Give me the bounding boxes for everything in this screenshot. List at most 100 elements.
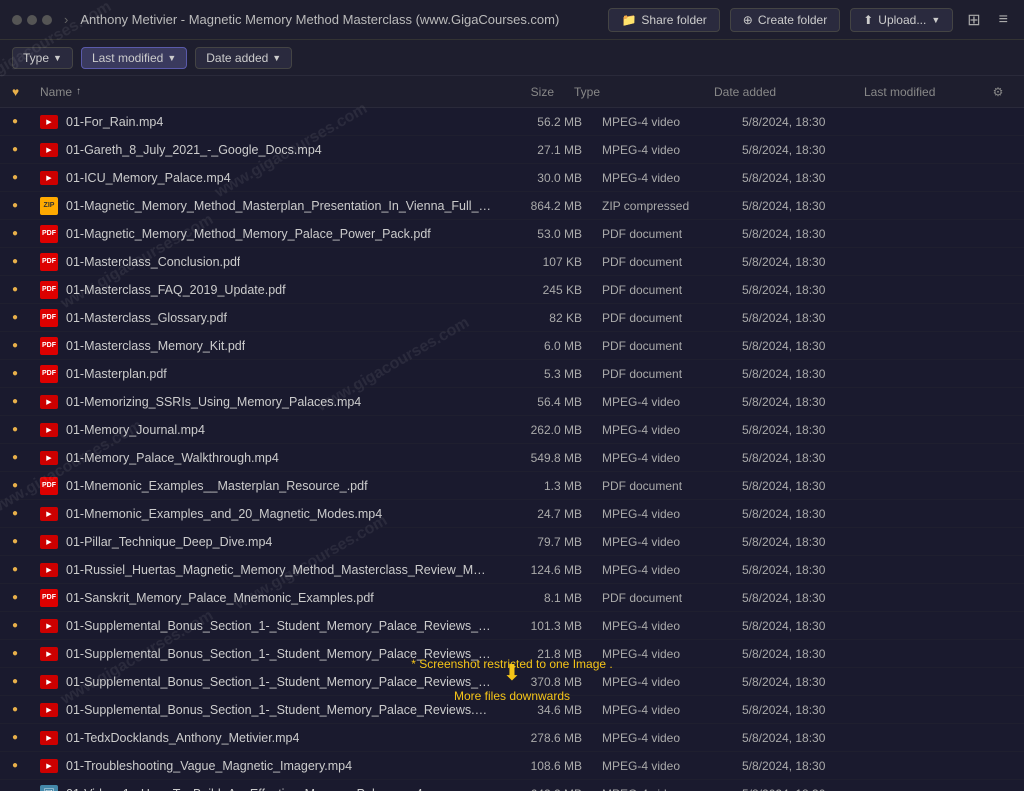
file-name-cell: 01-Supplemental_Bonus_Section_1-_Student… <box>40 647 492 661</box>
file-date-added: 5/8/2024, 18:30 <box>742 423 892 437</box>
file-name-cell: 01-Supplemental_Bonus_Section_1-_Student… <box>40 675 492 689</box>
table-row[interactable]: ● 01-Supplemental_Bonus_Section_1-_Stude… <box>0 640 1024 668</box>
file-type: MPEG-4 video <box>602 787 742 791</box>
file-name: 01-ICU_Memory_Palace.mp4 <box>66 171 231 185</box>
video-file-icon <box>40 171 58 185</box>
top-bar-actions: 📁 Share folder ⊕ Create folder ⬆ Upload.… <box>608 6 1012 34</box>
type-filter-button[interactable]: Type ▼ <box>12 47 73 69</box>
favorite-indicator: ● <box>12 200 40 211</box>
table-row[interactable]: ● 01-Russiel_Huertas_Magnetic_Memory_Met… <box>0 556 1024 584</box>
table-row[interactable]: ● 01-Gareth_8_July_2021_-_Google_Docs.mp… <box>0 136 1024 164</box>
file-name-cell: PDF 01-Masterclass_Glossary.pdf <box>40 309 492 327</box>
file-date-added: 5/8/2024, 18:30 <box>742 395 892 409</box>
video-file-icon <box>40 115 58 129</box>
table-row[interactable]: ● PDF 01-Masterclass_FAQ_2019_Update.pdf… <box>0 276 1024 304</box>
file-type: MPEG-4 video <box>602 563 742 577</box>
dot-3 <box>42 15 52 25</box>
file-name-cell: 01-Supplemental_Bonus_Section_1-_Student… <box>40 703 492 717</box>
favorite-indicator: ● <box>12 620 40 631</box>
table-row[interactable]: ● PDF 01-Masterplan.pdf 5.3 MB PDF docum… <box>0 360 1024 388</box>
view-icon-grid[interactable]: ⊞ <box>963 6 984 34</box>
table-row[interactable]: ● 01-Mnemonic_Examples_and_20_Magnetic_M… <box>0 500 1024 528</box>
file-date-added: 5/8/2024, 18:30 <box>742 227 892 241</box>
video-file-icon <box>40 143 58 157</box>
file-size: 79.7 MB <box>492 535 602 549</box>
file-date-added: 5/8/2024, 18:30 <box>742 115 892 129</box>
table-row[interactable]: ● 🖼 01-Video_1-_How_To_Build_An_Effectiv… <box>0 780 1024 791</box>
file-name-cell: 01-Troubleshooting_Vague_Magnetic_Imager… <box>40 759 492 773</box>
table-row[interactable]: ● PDF 01-Magnetic_Memory_Method_Memory_P… <box>0 220 1024 248</box>
file-type: MPEG-4 video <box>602 619 742 633</box>
table-row[interactable]: ● 01-Memory_Palace_Walkthrough.mp4 549.8… <box>0 444 1024 472</box>
file-size: 549.8 MB <box>492 451 602 465</box>
favorite-indicator: ● <box>12 368 40 379</box>
table-row[interactable]: ● PDF 01-Mnemonic_Examples__Masterplan_R… <box>0 472 1024 500</box>
table-row[interactable]: ● 01-Troubleshooting_Vague_Magnetic_Imag… <box>0 752 1024 780</box>
file-name: 01-Pillar_Technique_Deep_Dive.mp4 <box>66 535 272 549</box>
file-name-cell: PDF 01-Masterplan.pdf <box>40 365 492 383</box>
file-size: 124.6 MB <box>492 563 602 577</box>
file-name-cell: 01-Pillar_Technique_Deep_Dive.mp4 <box>40 535 492 549</box>
table-row[interactable]: ● PDF 01-Sanskrit_Memory_Palace_Mnemonic… <box>0 584 1024 612</box>
video-file-icon <box>40 619 58 633</box>
table-row[interactable]: ● 01-Supplemental_Bonus_Section_1-_Stude… <box>0 612 1024 640</box>
date-added-filter-button[interactable]: Date added ▼ <box>195 47 292 69</box>
col-header-modified[interactable]: Last modified <box>864 85 984 99</box>
file-size: 8.1 MB <box>492 591 602 605</box>
favorite-indicator: ● <box>12 228 40 239</box>
table-row[interactable]: ● 01-Supplemental_Bonus_Section_1-_Stude… <box>0 668 1024 696</box>
view-icon-list[interactable]: ≡ <box>995 7 1012 33</box>
table-row[interactable]: ● 01-TedxDocklands_Anthony_Metivier.mp4 … <box>0 724 1024 752</box>
table-row[interactable]: ● 01-For_Rain.mp4 56.2 MB MPEG-4 video 5… <box>0 108 1024 136</box>
file-date-added: 5/8/2024, 18:30 <box>742 703 892 717</box>
table-row[interactable]: ● PDF 01-Masterclass_Memory_Kit.pdf 6.0 … <box>0 332 1024 360</box>
col-header-settings[interactable]: ⚙ <box>984 85 1012 99</box>
favorite-indicator: ● <box>12 312 40 323</box>
file-name: 01-Masterclass_Memory_Kit.pdf <box>66 339 245 353</box>
favorite-indicator: ● <box>12 508 40 519</box>
file-name-cell: PDF 01-Masterclass_Memory_Kit.pdf <box>40 337 492 355</box>
file-name-cell: 🖼 01-Video_1-_How_To_Build_An_Effective_… <box>40 785 492 791</box>
file-name: 01-Sanskrit_Memory_Palace_Mnemonic_Examp… <box>66 591 374 605</box>
file-type: PDF document <box>602 283 742 297</box>
table-row[interactable]: ● 01-Pillar_Technique_Deep_Dive.mp4 79.7… <box>0 528 1024 556</box>
table-row[interactable]: ● PDF 01-Masterclass_Glossary.pdf 82 KB … <box>0 304 1024 332</box>
file-date-added: 5/8/2024, 18:30 <box>742 479 892 493</box>
img-file-icon: 🖼 <box>40 785 58 791</box>
col-header-date[interactable]: Date added <box>714 85 864 99</box>
file-date-added: 5/8/2024, 18:30 <box>742 451 892 465</box>
col-header-type[interactable]: Type <box>574 85 714 99</box>
pdf-file-icon: PDF <box>40 365 58 383</box>
zip-file-icon: ZIP <box>40 197 58 215</box>
table-row[interactable]: ● PDF 01-Masterclass_Conclusion.pdf 107 … <box>0 248 1024 276</box>
file-name-cell: PDF 01-Mnemonic_Examples__Masterplan_Res… <box>40 477 492 495</box>
favorite-indicator: ● <box>12 340 40 351</box>
file-name: 01-Supplemental_Bonus_Section_1-_Student… <box>66 703 492 717</box>
create-folder-button[interactable]: ⊕ Create folder <box>730 8 840 32</box>
file-type: MPEG-4 video <box>602 731 742 745</box>
file-name: 01-Mnemonic_Examples__Masterplan_Resourc… <box>66 479 368 493</box>
col-header-size[interactable]: Size <box>464 85 574 99</box>
share-folder-button[interactable]: 📁 Share folder <box>608 8 719 32</box>
file-type: MPEG-4 video <box>602 507 742 521</box>
table-row[interactable]: ● 01-Memorizing_SSRIs_Using_Memory_Palac… <box>0 388 1024 416</box>
file-name: 01-Troubleshooting_Vague_Magnetic_Imager… <box>66 759 352 773</box>
file-name: 01-Video_1-_How_To_Build_An_Effective_Me… <box>66 787 423 791</box>
type-chevron-icon: ▼ <box>53 53 62 63</box>
file-name-cell: PDF 01-Masterclass_FAQ_2019_Update.pdf <box>40 281 492 299</box>
favorite-indicator: ● <box>12 256 40 267</box>
table-row[interactable]: ● 01-Supplemental_Bonus_Section_1-_Stude… <box>0 696 1024 724</box>
file-date-added: 5/8/2024, 18:30 <box>742 619 892 633</box>
col-header-name[interactable]: Name ↑ <box>40 85 464 99</box>
file-name: 01-Mnemonic_Examples_and_20_Magnetic_Mod… <box>66 507 382 521</box>
video-file-icon <box>40 451 58 465</box>
last-modified-filter-button[interactable]: Last modified ▼ <box>81 47 187 69</box>
file-size: 108.6 MB <box>492 759 602 773</box>
table-row[interactable]: ● ZIP 01-Magnetic_Memory_Method_Masterpl… <box>0 192 1024 220</box>
table-row[interactable]: ● 01-ICU_Memory_Palace.mp4 30.0 MB MPEG-… <box>0 164 1024 192</box>
file-type: MPEG-4 video <box>602 171 742 185</box>
file-name-cell: 01-Mnemonic_Examples_and_20_Magnetic_Mod… <box>40 507 492 521</box>
table-row[interactable]: ● 01-Memory_Journal.mp4 262.0 MB MPEG-4 … <box>0 416 1024 444</box>
upload-button[interactable]: ⬆ Upload... ▼ <box>850 8 953 32</box>
file-type: MPEG-4 video <box>602 395 742 409</box>
